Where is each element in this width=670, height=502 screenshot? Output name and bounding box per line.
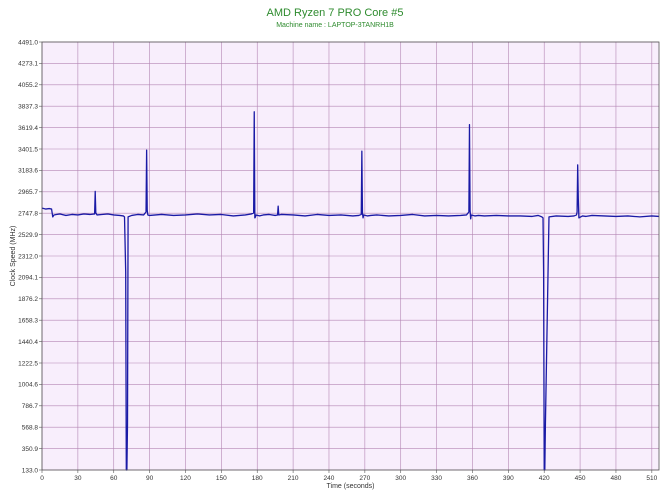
y-tick-label: 4273.1	[18, 61, 38, 68]
x-tick-label: 420	[539, 475, 550, 482]
x-tick-label: 480	[611, 475, 622, 482]
y-axis-ticks: 133.0 350.9 568.8 786.7 1004.6 1222.5 1440.4 16…	[18, 39, 42, 474]
x-tick-label: 30	[74, 475, 82, 482]
y-tick-label: 3183.6	[18, 168, 38, 175]
x-tick-label: 120	[180, 475, 191, 482]
y-tick-label: 4491.0	[18, 39, 38, 46]
y-tick-label: 1222.5	[18, 360, 38, 367]
x-tick-label: 240	[324, 475, 335, 482]
y-tick-label: 3619.4	[18, 125, 38, 132]
x-tick-label: 0	[40, 475, 44, 482]
x-tick-label: 450	[575, 475, 586, 482]
x-tick-label: 510	[646, 475, 657, 482]
x-tick-label: 60	[110, 475, 118, 482]
x-tick-label: 210	[288, 475, 299, 482]
y-tick-label: 3837.3	[18, 104, 38, 111]
x-tick-label: 390	[503, 475, 514, 482]
grid-lines	[41, 41, 659, 471]
y-tick-label: 2529.9	[18, 232, 38, 239]
y-tick-label: 2094.1	[18, 275, 38, 282]
x-tick-label: 150	[216, 475, 227, 482]
y-tick-label: 133.0	[22, 467, 39, 474]
y-tick-label: 2312.0	[18, 253, 38, 260]
x-axis-label: Time (seconds)	[327, 483, 375, 490]
y-tick-label: 2747.8	[18, 211, 38, 218]
y-tick-label: 3401.5	[18, 146, 38, 153]
y-axis-label: Clock Speed (MHz)	[10, 226, 17, 287]
x-tick-label: 330	[431, 475, 442, 482]
chart-canvas: 133.0 350.9 568.8 786.7 1004.6 1222.5 1440.4 16…	[10, 39, 660, 490]
x-tick-label: 360	[467, 475, 478, 482]
y-tick-label: 4055.2	[18, 82, 38, 89]
x-tick-label: 270	[359, 475, 370, 482]
y-tick-label: 1004.6	[18, 382, 38, 389]
x-axis-ticks: 0 30 60 90 120 150 180 210 240 270 300 330 360 390 420…	[40, 470, 658, 482]
y-tick-label: 1440.4	[18, 339, 38, 346]
x-tick-label: 180	[252, 475, 263, 482]
x-tick-label: 300	[395, 475, 406, 482]
y-tick-label: 1658.3	[18, 318, 38, 325]
y-tick-label: 350.9	[22, 446, 39, 453]
y-tick-label: 568.8	[22, 425, 39, 432]
y-tick-label: 786.7	[22, 403, 39, 410]
y-tick-label: 1876.2	[18, 296, 38, 303]
y-tick-label: 2965.7	[18, 189, 38, 196]
x-tick-label: 90	[146, 475, 154, 482]
